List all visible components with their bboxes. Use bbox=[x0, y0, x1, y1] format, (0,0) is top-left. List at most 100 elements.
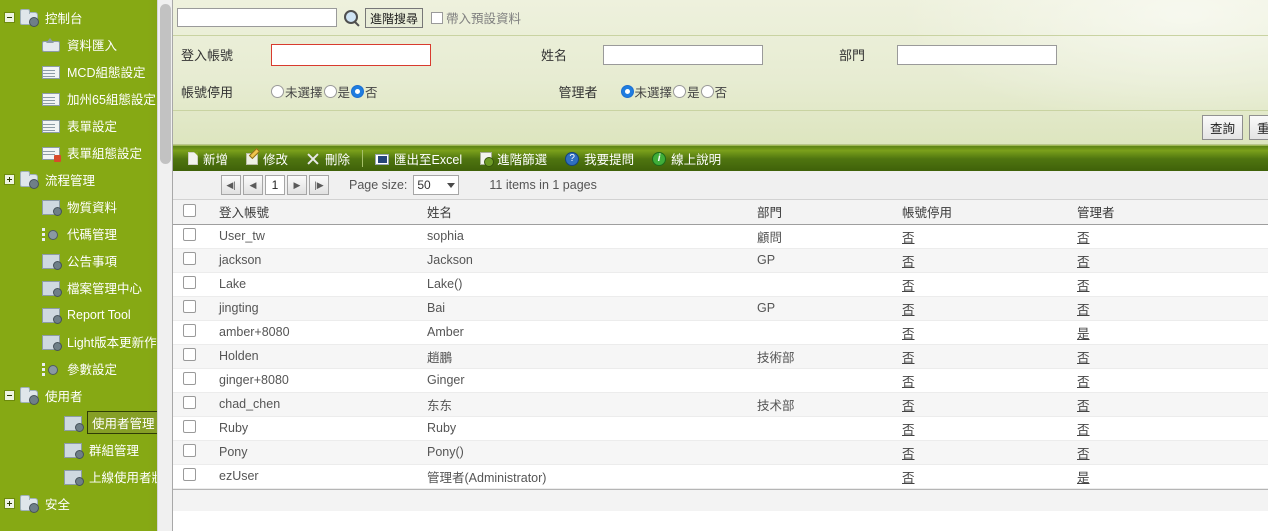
cell-disabled-link[interactable]: 否 bbox=[902, 255, 915, 269]
table-row[interactable]: ezUser 管理者(Administrator) 否 是 bbox=[173, 464, 1268, 489]
account-disabled-radio-group[interactable]: 未選擇是否 bbox=[271, 82, 379, 101]
table-row[interactable]: jackson Jackson GP 否否 bbox=[173, 248, 1268, 273]
quick-search-input[interactable] bbox=[177, 8, 337, 27]
row-checkbox[interactable] bbox=[183, 228, 196, 241]
current-page-indicator[interactable]: 1 bbox=[265, 175, 285, 195]
cell-admin-link[interactable]: 是 bbox=[1077, 471, 1090, 485]
sidebar-item-4[interactable]: 表單設定 bbox=[0, 112, 172, 139]
sidebar-item-16[interactable]: 群組管理 bbox=[0, 436, 172, 463]
cell-disabled[interactable]: 否 bbox=[902, 296, 1077, 321]
column-header-disabled[interactable]: 帳號停用 bbox=[902, 200, 1077, 225]
table-row[interactable]: ginger+8080 Ginger 否 否 bbox=[173, 368, 1268, 393]
row-checkbox[interactable] bbox=[183, 468, 196, 481]
sidebar-item-8[interactable]: 代碼管理 bbox=[0, 220, 172, 247]
cell-disabled-link[interactable]: 否 bbox=[902, 279, 915, 293]
sidebar-item-15[interactable]: 使用者管理 bbox=[0, 409, 172, 436]
cell-admin[interactable]: 否 bbox=[1077, 392, 1268, 417]
reset-button[interactable]: 重設 bbox=[1248, 115, 1268, 140]
cell-admin-link[interactable]: 否 bbox=[1077, 279, 1090, 293]
sidebar-item-7[interactable]: 物質資料 bbox=[0, 193, 172, 220]
cell-admin-link[interactable]: 否 bbox=[1077, 399, 1090, 413]
table-row[interactable]: Pony Pony() 否 否 bbox=[173, 440, 1268, 465]
magnifier-icon[interactable] bbox=[343, 9, 361, 27]
sidebar-item-13[interactable]: 參數設定 bbox=[0, 355, 172, 382]
cell-admin-link[interactable]: 否 bbox=[1077, 447, 1090, 461]
table-row[interactable]: jingting Bai GP 否否 bbox=[173, 296, 1268, 321]
cell-disabled-link[interactable]: 否 bbox=[902, 231, 915, 245]
toolbar-button-0[interactable]: 新增 bbox=[179, 146, 237, 172]
page-size-select[interactable]: 50 bbox=[413, 175, 460, 195]
cell-disabled[interactable]: 否 bbox=[902, 368, 1077, 393]
sidebar-item-5[interactable]: 表單組態設定 bbox=[0, 139, 172, 166]
cell-admin[interactable]: 否 bbox=[1077, 248, 1268, 273]
column-header-dept[interactable]: 部門 bbox=[757, 200, 902, 225]
cell-admin-link[interactable]: 否 bbox=[1077, 375, 1090, 389]
table-row[interactable]: Holden 趙鵬 技術部否否 bbox=[173, 344, 1268, 369]
toolbar-button-1[interactable]: 修改 bbox=[237, 146, 297, 172]
row-checkbox[interactable] bbox=[183, 396, 196, 409]
admin-radio-group[interactable]: 未選擇是否 bbox=[620, 82, 729, 101]
admin-radio-2[interactable] bbox=[700, 85, 714, 98]
advanced-search-button[interactable]: 進階搜尋 bbox=[365, 7, 424, 28]
toolbar-button-5[interactable]: ? 我要提問 bbox=[556, 146, 643, 172]
cell-admin-link[interactable]: 否 bbox=[1077, 351, 1090, 365]
collapse-minus-icon[interactable] bbox=[4, 390, 15, 401]
toolbar-button-6[interactable]: i 線上說明 bbox=[643, 146, 730, 172]
cell-admin[interactable]: 否 bbox=[1077, 440, 1268, 465]
column-header-admin[interactable]: 管理者 bbox=[1077, 200, 1268, 225]
admin-radio-1[interactable] bbox=[673, 85, 687, 98]
expand-plus-icon[interactable] bbox=[4, 174, 15, 185]
collapse-minus-icon[interactable] bbox=[4, 12, 15, 23]
cell-disabled[interactable]: 否 bbox=[902, 224, 1077, 249]
cell-admin[interactable]: 否 bbox=[1077, 344, 1268, 369]
cell-disabled[interactable]: 否 bbox=[902, 464, 1077, 489]
row-checkbox[interactable] bbox=[183, 420, 196, 433]
column-header-name[interactable]: 姓名 bbox=[427, 200, 757, 225]
table-row[interactable]: amber+8080 Amber 否 是 bbox=[173, 320, 1268, 345]
expand-plus-icon[interactable] bbox=[4, 498, 15, 509]
next-page-button[interactable]: ▶ bbox=[287, 175, 307, 195]
cell-disabled-link[interactable]: 否 bbox=[902, 351, 915, 365]
default-data-checkbox[interactable] bbox=[431, 11, 444, 24]
sidebar-item-1[interactable]: 資料匯入 bbox=[0, 31, 172, 58]
sidebar-item-11[interactable]: Report Tool bbox=[0, 301, 172, 328]
cell-disabled[interactable]: 否 bbox=[902, 248, 1077, 273]
prev-page-button[interactable]: ◀ bbox=[243, 175, 263, 195]
cell-admin[interactable]: 是 bbox=[1077, 464, 1268, 489]
row-checkbox[interactable] bbox=[183, 276, 196, 289]
row-checkbox[interactable] bbox=[183, 300, 196, 313]
row-checkbox[interactable] bbox=[183, 372, 196, 385]
cell-disabled-link[interactable]: 否 bbox=[902, 375, 915, 389]
column-header-account[interactable]: 登入帳號 bbox=[219, 200, 427, 225]
cell-admin-link[interactable]: 否 bbox=[1077, 423, 1090, 437]
sidebar-scrollbar-thumb[interactable] bbox=[160, 4, 171, 164]
login-account-input[interactable] bbox=[271, 43, 431, 66]
name-input[interactable] bbox=[603, 44, 763, 65]
cell-admin[interactable]: 否 bbox=[1077, 416, 1268, 441]
admin-radio-0[interactable] bbox=[620, 85, 634, 98]
sidebar-item-3[interactable]: 加州65組態設定 bbox=[0, 85, 172, 112]
sidebar-item-9[interactable]: 公告事項 bbox=[0, 247, 172, 274]
cell-admin[interactable]: 否 bbox=[1077, 368, 1268, 393]
cell-admin[interactable]: 否 bbox=[1077, 296, 1268, 321]
cell-disabled-link[interactable]: 否 bbox=[902, 423, 915, 437]
account-disabled-radio-1[interactable] bbox=[323, 85, 337, 98]
sidebar-item-10[interactable]: 檔案管理中心 bbox=[0, 274, 172, 301]
sidebar-item-18[interactable]: 安全 bbox=[0, 490, 172, 517]
sidebar-item-0[interactable]: 控制台 bbox=[0, 4, 172, 31]
cell-admin[interactable]: 否 bbox=[1077, 224, 1268, 249]
cell-admin-link[interactable]: 否 bbox=[1077, 231, 1090, 245]
cell-disabled[interactable]: 否 bbox=[902, 320, 1077, 345]
cell-admin[interactable]: 是 bbox=[1077, 320, 1268, 345]
account-disabled-radio-0[interactable] bbox=[271, 85, 284, 98]
cell-admin[interactable]: 否 bbox=[1077, 272, 1268, 297]
cell-admin-link[interactable]: 否 bbox=[1077, 303, 1090, 317]
toolbar-button-2[interactable]: 刪除 bbox=[297, 146, 359, 172]
cell-disabled-link[interactable]: 否 bbox=[902, 399, 915, 413]
cell-disabled[interactable]: 否 bbox=[902, 392, 1077, 417]
account-disabled-radio-2[interactable] bbox=[351, 85, 365, 98]
table-row[interactable]: User_tw sophia 顧問否否 bbox=[173, 224, 1268, 249]
cell-disabled[interactable]: 否 bbox=[902, 344, 1077, 369]
query-button[interactable]: 查詢 bbox=[1201, 115, 1243, 140]
table-row[interactable]: Ruby Ruby 否 否 bbox=[173, 416, 1268, 441]
